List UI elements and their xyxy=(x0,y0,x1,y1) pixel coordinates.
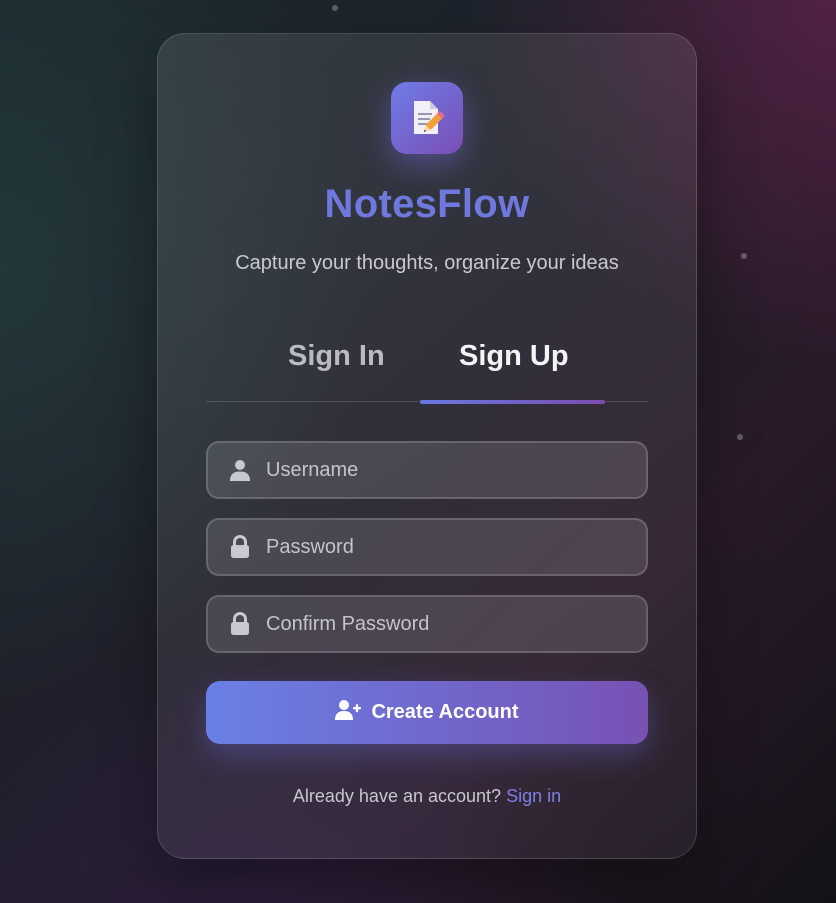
note-pencil-icon xyxy=(414,101,444,134)
background-dot xyxy=(741,253,747,259)
tab-sign-in[interactable]: Sign In xyxy=(288,340,385,373)
username-input[interactable] xyxy=(266,443,632,497)
sign-in-link[interactable]: Sign in xyxy=(506,786,561,806)
lock-icon xyxy=(228,534,252,560)
app-logo xyxy=(391,82,463,154)
auth-card: NotesFlow Capture your thoughts, organiz… xyxy=(157,33,697,859)
confirm-password-input[interactable] xyxy=(266,597,632,651)
confirm-password-field[interactable] xyxy=(206,595,648,653)
active-tab-indicator xyxy=(420,400,605,404)
password-field[interactable] xyxy=(206,518,648,576)
lock-icon xyxy=(228,611,252,637)
background-dot xyxy=(737,434,743,440)
create-account-button[interactable]: Create Account xyxy=(206,681,648,744)
create-account-label: Create Account xyxy=(371,701,519,723)
app-title: NotesFlow xyxy=(324,182,530,226)
app-tagline: Capture your thoughts, organize your ide… xyxy=(235,252,619,274)
tab-sign-up[interactable]: Sign Up xyxy=(459,340,569,373)
password-input[interactable] xyxy=(266,520,632,574)
signin-prompt: Already have an account? Sign in xyxy=(158,786,696,807)
background-dot xyxy=(332,5,338,11)
user-icon xyxy=(228,457,252,483)
user-plus-icon xyxy=(335,699,362,727)
auth-tabs: Sign In Sign Up xyxy=(206,334,648,404)
username-field[interactable] xyxy=(206,441,648,499)
signin-prompt-text: Already have an account? xyxy=(292,786,502,806)
